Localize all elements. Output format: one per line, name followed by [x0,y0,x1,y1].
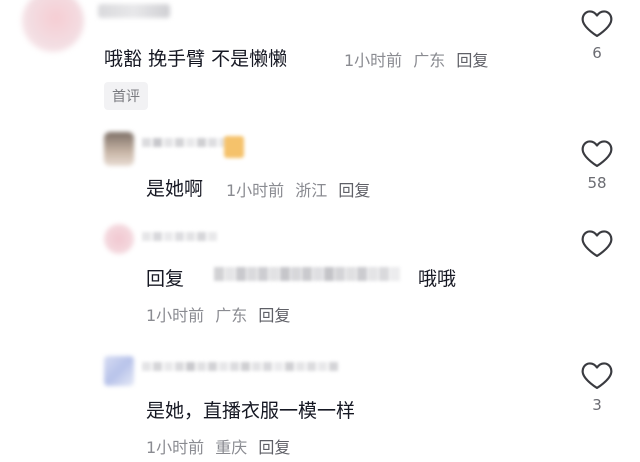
heart-outline-icon[interactable] [580,138,614,168]
comment-meta: 1小时前 广东 回复 [146,302,290,326]
comment-text: 哦哦 [418,268,457,290]
like-control[interactable] [577,228,617,264]
username[interactable] [142,138,228,147]
reply-button[interactable]: 回复 [258,306,290,325]
username[interactable] [142,232,217,241]
heart-outline-icon[interactable] [580,360,614,390]
comment-time: 1小时前 [344,51,403,70]
heart-outline-icon[interactable] [580,8,614,38]
avatar[interactable] [104,132,134,166]
comment-meta: 1小时前 广东 回复 [344,47,488,71]
heart-outline-icon[interactable] [580,228,614,258]
comment-time: 1小时前 [226,181,285,200]
comment-meta: 1小时前 重庆 回复 [146,434,290,458]
first-comment-badge: 首评 [104,82,148,110]
like-control[interactable]: 3 [577,360,617,414]
username[interactable] [98,4,170,18]
like-control[interactable]: 6 [577,8,617,62]
comment-location: 广东 [215,306,248,325]
replied-username[interactable] [214,267,400,281]
comment-text: 哦豁 挽手臂 不是懒懒 [104,48,288,70]
comment-location: 广东 [413,51,446,70]
comment-location: 重庆 [215,438,248,457]
reply-prefix: 回复 [146,268,185,290]
comment-time: 1小时前 [146,306,205,325]
comment-text: 回复 [146,264,184,291]
reply-button[interactable]: 回复 [456,51,488,70]
like-control[interactable]: 58 [577,138,617,192]
comment-meta: 1小时前 浙江 回复 [226,177,370,201]
reply-button[interactable]: 回复 [258,438,290,457]
comment-text: 是她啊 [146,178,204,200]
avatar[interactable] [104,224,134,254]
avatar[interactable] [104,356,134,386]
like-count: 58 [587,174,607,192]
comment-location: 浙江 [295,181,328,200]
comment-time: 1小时前 [146,438,205,457]
like-count: 3 [592,396,602,414]
avatar[interactable] [22,0,84,52]
comment-text: 是她，直播衣服一模一样 [146,400,356,422]
username[interactable] [142,362,338,371]
user-emoji-badge [224,136,244,158]
like-count: 6 [592,44,602,62]
reply-button[interactable]: 回复 [338,181,370,200]
